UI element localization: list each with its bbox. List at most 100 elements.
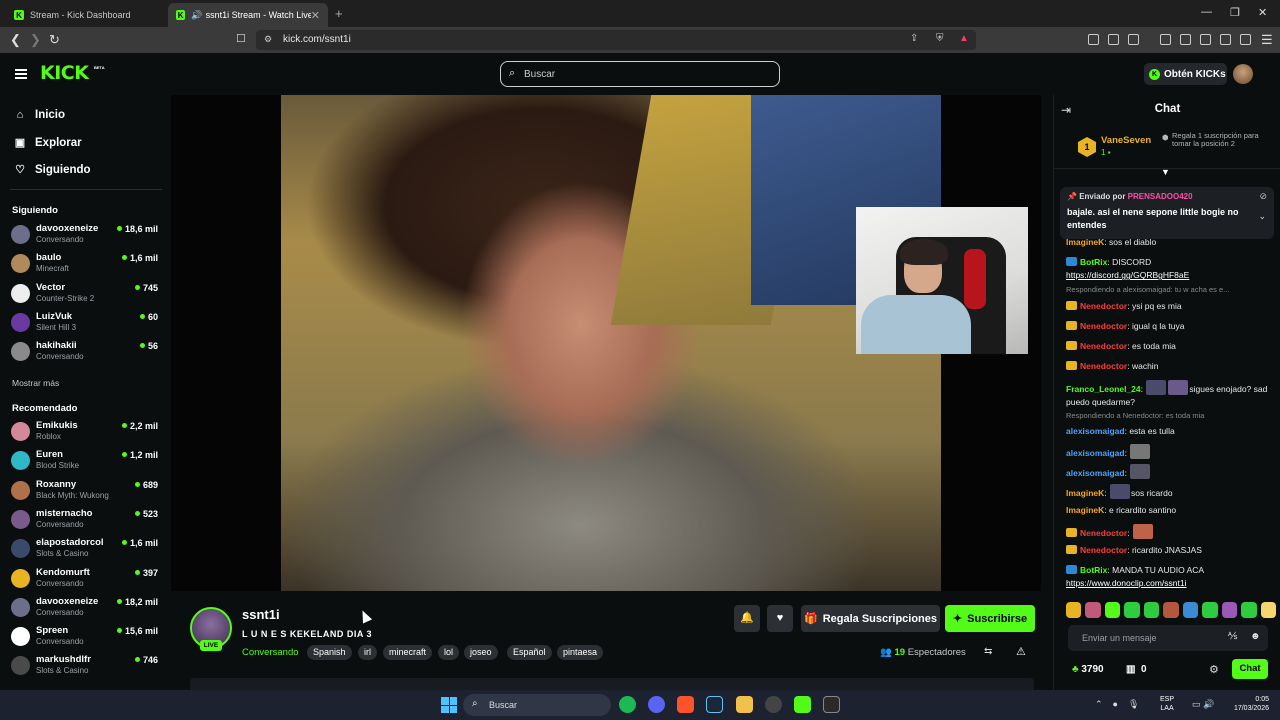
chat-username[interactable]: Nenedoctor: [1080, 321, 1127, 331]
tag-pill[interactable]: Español: [507, 645, 552, 660]
tag-pill[interactable]: lol: [438, 645, 460, 660]
browser-tab-dashboard[interactable]: K Stream - Kick Dashboard: [6, 3, 168, 27]
chat-username[interactable]: ImagineK: [1066, 505, 1104, 515]
browser-tab-stream[interactable]: K 🔊 ssnt1i Stream - Watch Live o ✕: [168, 3, 328, 27]
nav-inicio[interactable]: ⌂ Inicio: [12, 109, 65, 121]
chat-username[interactable]: BotRix: [1080, 565, 1107, 575]
share-page-icon[interactable]: ⇪: [910, 33, 918, 44]
chat-message[interactable]: alexisomaigad:: [1066, 464, 1276, 480]
channel-item[interactable]: davooxeneize Conversando 18,2 mil: [11, 594, 161, 620]
channel-item[interactable]: LuizVuk Silent Hill 3 60: [11, 309, 161, 335]
rewards-icon[interactable]: ▲: [959, 33, 969, 44]
emote-icon[interactable]: [1260, 602, 1276, 618]
emote-icon[interactable]: [1104, 602, 1121, 618]
channel-item[interactable]: Roxanny Black Myth: Wukong 689: [11, 477, 161, 503]
epic-games-icon[interactable]: [823, 696, 840, 713]
site-info-icon[interactable]: ⚙: [264, 34, 272, 45]
chat-message[interactable]: ImagineK: e ricardito santino: [1066, 504, 1276, 517]
puzzle-icon[interactable]: [1108, 34, 1119, 45]
chat-username[interactable]: alexisomaigad: [1066, 468, 1125, 478]
channel-item[interactable]: Emikukis Roblox 2,2 mil: [11, 418, 161, 444]
chat-message[interactable]: alexisomaigad: esta es tulla: [1066, 425, 1276, 438]
channel-item[interactable]: Vector Counter-Strike 2 745: [11, 280, 161, 306]
tag-pill[interactable]: joseo: [464, 645, 498, 660]
tag-pill[interactable]: minecraft: [383, 645, 433, 660]
tag-pill[interactable]: irl: [358, 645, 377, 660]
chat-message[interactable]: alexisomaigad:: [1066, 444, 1276, 460]
chat-username[interactable]: alexisomaigad: [1066, 426, 1125, 436]
channel-item[interactable]: markushdlfr Slots & Casino 746: [11, 652, 161, 678]
user-avatar[interactable]: [1233, 64, 1253, 84]
chat-message[interactable]: Nenedoctor: igual q la tuya: [1066, 320, 1276, 333]
kick-logo[interactable]: KICK: [40, 62, 89, 84]
shield-icon[interactable]: ⛨: [936, 33, 944, 44]
emote-icon[interactable]: [1182, 602, 1199, 618]
new-tab-icon[interactable]: +: [335, 6, 343, 21]
network-volume-icons[interactable]: ▭ 🔊: [1192, 699, 1214, 710]
emote-icon[interactable]: [1085, 602, 1101, 618]
channel-item[interactable]: davooxeneize Conversando 18,6 mil: [11, 221, 161, 247]
channel-item[interactable]: Spreen Conversando 15,6 mil: [11, 623, 161, 649]
chat-message[interactable]: ImagineK: sos el diablo: [1066, 236, 1276, 249]
top-gifter-name[interactable]: VaneSeven: [1101, 135, 1151, 146]
reload-icon[interactable]: ↻: [49, 32, 60, 48]
address-bar[interactable]: ⚙ kick.com/ssnt1i ⇪ ⛨ ▲: [256, 30, 976, 50]
nav-explorar[interactable]: ▣ Explorar: [12, 136, 82, 150]
channel-item[interactable]: misternacho Conversando 523: [11, 506, 161, 532]
sidebar-icon[interactable]: [1180, 34, 1191, 45]
forward-icon[interactable]: ❯: [30, 32, 41, 48]
menu-icon[interactable]: ☰: [1261, 32, 1273, 48]
chat-input[interactable]: Enviar un mensaje ⅍ ☻: [1068, 625, 1268, 651]
chat-message[interactable]: ImagineK: sos ricardo: [1066, 484, 1276, 500]
ai-icon[interactable]: [1220, 34, 1231, 45]
brave-icon[interactable]: [677, 696, 694, 713]
clock[interactable]: 0:05 17/03/2026: [1225, 695, 1269, 713]
emote-icon[interactable]: [1241, 602, 1257, 618]
system-tray[interactable]: ⌃ ● 🎙: [1095, 699, 1139, 710]
emote-icon[interactable]: [1221, 602, 1238, 618]
emote-icon[interactable]: [1163, 602, 1179, 618]
chat-username[interactable]: ImagineK: [1066, 488, 1104, 498]
expand-pinned-icon[interactable]: ⌄: [1258, 211, 1266, 222]
wallet-icon[interactable]: [1200, 34, 1211, 45]
chat-message[interactable]: BotRix: DISCORD https://discord.gg/GQRBgH…: [1066, 256, 1276, 282]
spotify-icon[interactable]: [619, 696, 636, 713]
chat-username[interactable]: Nenedoctor: [1080, 341, 1127, 351]
chat-username[interactable]: Nenedoctor: [1080, 361, 1127, 371]
follow-heart-button[interactable]: ♥: [767, 605, 793, 632]
close-tab-icon[interactable]: ✕: [311, 9, 320, 22]
screenshot-icon[interactable]: [1128, 34, 1139, 45]
taskbar-search[interactable]: ⌕ Buscar: [463, 694, 611, 716]
minimize-icon[interactable]: —: [1201, 6, 1212, 18]
expand-gifters-icon[interactable]: ▼: [1161, 167, 1170, 177]
report-icon[interactable]: ⚠: [1016, 645, 1026, 658]
chat-link[interactable]: https://www.donoclip.com/ssnt1i: [1066, 578, 1186, 588]
chat-message[interactable]: Franco_Leonel_24: sigues enojado? sad pu…: [1066, 380, 1276, 409]
chat-username[interactable]: Nenedoctor: [1080, 545, 1127, 555]
chat-message[interactable]: Nenedoctor: es toda mia: [1066, 340, 1276, 353]
chat-message[interactable]: Nenedoctor: wachin: [1066, 360, 1276, 373]
tag-pill[interactable]: pintaesa: [557, 645, 604, 660]
channel-item[interactable]: Euren Blood Strike 1,2 mil: [11, 447, 161, 473]
vpn-icon[interactable]: [1240, 34, 1251, 45]
search-input[interactable]: ⌕ Buscar: [500, 61, 780, 87]
unpin-icon[interactable]: ⊘: [1259, 191, 1267, 202]
steam-icon[interactable]: [706, 696, 723, 713]
pinned-message[interactable]: 📌 Enviado por PRENSADOO420 ⊘ ⌄ bajale. a…: [1060, 187, 1274, 239]
chat-username[interactable]: BotRix: [1080, 257, 1107, 267]
discord-icon[interactable]: [648, 696, 665, 713]
chat-send-button[interactable]: Chat: [1232, 659, 1268, 679]
channel-points[interactable]: ♣ 3790: [1072, 664, 1104, 675]
chat-username[interactable]: Franco_Leonel_24: [1066, 384, 1141, 394]
channel-item[interactable]: hakihakii Conversando 56: [11, 338, 161, 364]
get-kicks-button[interactable]: K Obtén KICKs: [1144, 63, 1227, 85]
chat-username[interactable]: ImagineK: [1066, 237, 1104, 247]
language-indicator[interactable]: ESP LAA: [1160, 695, 1174, 713]
collapse-chat-icon[interactable]: ⇥: [1061, 103, 1071, 117]
show-more-link[interactable]: Mostrar más: [12, 378, 59, 388]
tag-pill[interactable]: Spanish: [307, 645, 352, 660]
chat-message[interactable]: BotRix: MANDA TU AUDIO ACA https://www.do…: [1066, 564, 1276, 590]
translate-icon[interactable]: ⅍: [1228, 631, 1237, 642]
chat-settings-icon[interactable]: ⚙: [1209, 663, 1219, 676]
extension-icon[interactable]: [1088, 34, 1099, 45]
